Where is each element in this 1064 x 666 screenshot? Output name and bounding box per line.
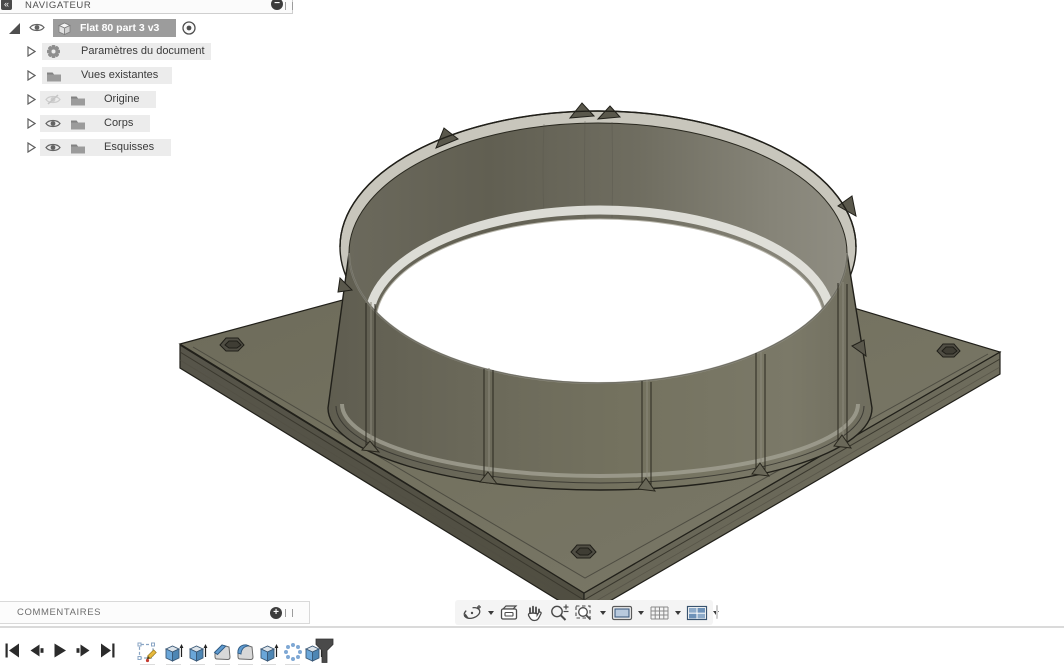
- timeline-tick: [238, 664, 253, 665]
- expand-arrow-icon[interactable]: [27, 46, 36, 57]
- eye-icon[interactable]: [45, 142, 61, 153]
- expand-arrow-icon[interactable]: [27, 94, 36, 105]
- go-to-start-button[interactable]: [5, 643, 20, 658]
- expanded-arrow-icon[interactable]: [7, 21, 21, 35]
- tree-item-named-views[interactable]: Vues existantes: [0, 67, 220, 84]
- minimize-panel-icon[interactable]: −: [271, 0, 283, 10]
- feature-extrude-icon[interactable]: [258, 641, 279, 664]
- step-back-button[interactable]: [28, 643, 44, 658]
- root-document-name: Flat 80 part 3 v3: [80, 19, 159, 37]
- root-document-selected[interactable]: Flat 80 part 3 v3: [53, 19, 176, 37]
- tree-item-bodies[interactable]: Corps: [0, 115, 220, 132]
- feature-extrude-icon[interactable]: [163, 641, 184, 664]
- gear-icon: [46, 44, 61, 59]
- folder-icon: [70, 141, 86, 154]
- eye-icon[interactable]: [45, 118, 61, 129]
- folder-icon: [46, 69, 62, 82]
- go-to-end-button[interactable]: [100, 643, 115, 658]
- timeline-tick: [261, 664, 276, 665]
- viewports-icon[interactable]: [686, 602, 708, 624]
- collapse-panel-icon[interactable]: «: [1, 0, 12, 10]
- orbit-dropdown-caret[interactable]: [488, 611, 494, 615]
- folder-icon: [70, 117, 86, 130]
- display-settings-icon[interactable]: [611, 602, 633, 624]
- timeline-tick: [140, 664, 155, 665]
- grid-settings-icon[interactable]: [649, 602, 670, 624]
- timeline-tick: [166, 664, 181, 665]
- timeline-bar: [0, 628, 1064, 666]
- look-at-icon[interactable]: [499, 602, 520, 624]
- orbit-icon[interactable]: [461, 602, 483, 624]
- tree-item-label: Origine: [104, 91, 139, 108]
- eye-hidden-icon[interactable]: [45, 94, 61, 105]
- tree-item-document-settings[interactable]: Paramètres du document: [0, 43, 220, 60]
- timeline-tick: [190, 664, 205, 665]
- feature-chamfer-icon[interactable]: [212, 641, 233, 664]
- tree-item-label: Corps: [104, 115, 133, 132]
- navigator-title: NAVIGATEUR: [25, 0, 91, 12]
- feature-extrude-icon[interactable]: [187, 641, 208, 664]
- expand-arrow-icon[interactable]: [27, 142, 36, 153]
- panel-resize-grip[interactable]: [285, 609, 293, 617]
- add-comment-icon[interactable]: +: [270, 607, 282, 619]
- step-forward-button[interactable]: [76, 643, 92, 658]
- expand-arrow-icon[interactable]: [27, 70, 36, 81]
- fusion360-window: « NAVIGATEUR − Flat 80 part 3 v3: [0, 0, 1064, 666]
- display-settings-dropdown-caret[interactable]: [638, 611, 644, 615]
- feature-fillet-icon[interactable]: [235, 641, 256, 664]
- panel-resize-grip[interactable]: [285, 2, 293, 10]
- zoom-window-dropdown-caret[interactable]: [600, 611, 606, 615]
- tree-item-label: Vues existantes: [81, 67, 158, 84]
- folder-icon: [70, 93, 86, 106]
- pan-icon[interactable]: [524, 602, 545, 624]
- activate-component-icon[interactable]: [181, 20, 197, 36]
- view-navigation-toolbar: [455, 600, 713, 625]
- tree-item-label: Paramètres du document: [81, 43, 205, 60]
- feature-circular-pattern-icon[interactable]: [282, 641, 304, 664]
- toolbar-grip[interactable]: [716, 605, 718, 619]
- timeline-position-marker[interactable]: [315, 638, 335, 664]
- play-button[interactable]: [52, 643, 67, 658]
- zoom-window-icon[interactable]: [574, 602, 595, 624]
- tree-root-row[interactable]: Flat 80 part 3 v3: [0, 19, 210, 37]
- grid-settings-dropdown-caret[interactable]: [675, 611, 681, 615]
- zoom-icon[interactable]: [549, 602, 570, 624]
- tree-item-label: Esquisses: [104, 139, 154, 156]
- timeline-tick: [285, 664, 300, 665]
- component-cube-icon: [57, 21, 72, 36]
- comments-panel-header[interactable]: COMMENTAIRES +: [0, 601, 310, 624]
- eye-icon[interactable]: [29, 22, 45, 33]
- tree-item-origin[interactable]: Origine: [0, 91, 220, 108]
- tree-item-sketches[interactable]: Esquisses: [0, 139, 220, 156]
- feature-sketch-icon[interactable]: [137, 641, 159, 664]
- timeline-tick: [215, 664, 230, 665]
- comments-title: COMMENTAIRES: [17, 602, 101, 623]
- navigator-header[interactable]: « NAVIGATEUR −: [0, 0, 293, 14]
- expand-arrow-icon[interactable]: [27, 118, 36, 129]
